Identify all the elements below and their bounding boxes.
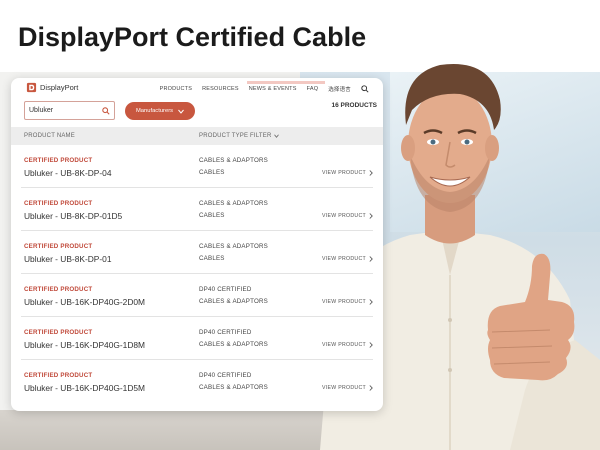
certified-badge: CERTIFIED PRODUCT [24, 157, 93, 164]
nav-news-events[interactable]: NEWS & EVENTS [249, 86, 297, 92]
view-product-label: VIEW PRODUCT [322, 299, 366, 305]
product-type: DP40 CERTIFIED [199, 329, 252, 336]
desk-surface [0, 410, 330, 450]
product-count: 16 PRODUCTS [331, 102, 377, 109]
search-icon[interactable] [102, 107, 110, 115]
product-subtype: CABLES & ADAPTORS [199, 298, 268, 305]
product-name[interactable]: Ubluker - UB-8K-DP-04 [24, 168, 112, 178]
chevron-right-icon [369, 213, 373, 219]
table-row: CERTIFIED PRODUCT Ubluker - UB-16K-DP40G… [11, 360, 383, 403]
chevron-right-icon [369, 170, 373, 176]
product-subtype: CABLES [199, 255, 225, 262]
view-product-link[interactable]: VIEW PRODUCT [322, 299, 373, 305]
product-search-window: DisplayPort PRODUCTS RESOURCES NEWS & EV… [11, 78, 383, 411]
product-type: DP40 CERTIFIED [199, 286, 252, 293]
manufacturers-dropdown[interactable]: Manufacturers [125, 102, 195, 120]
nav-resources[interactable]: RESOURCES [202, 86, 239, 92]
search-input[interactable]: Ubluker [24, 101, 115, 120]
main-nav: PRODUCTS RESOURCES NEWS & EVENTS FAQ 选择语… [160, 85, 369, 93]
view-product-label: VIEW PRODUCT [322, 170, 366, 176]
certified-badge: CERTIFIED PRODUCT [24, 243, 93, 250]
view-product-link[interactable]: VIEW PRODUCT [322, 342, 373, 348]
view-product-label: VIEW PRODUCT [322, 256, 366, 262]
chevron-down-icon [274, 134, 280, 138]
nav-language-select[interactable]: 选择语言 [328, 85, 351, 93]
view-product-label: VIEW PRODUCT [322, 342, 366, 348]
displayport-logo-icon [26, 82, 37, 93]
chevron-right-icon [369, 385, 373, 391]
search-icon[interactable] [361, 85, 369, 93]
certified-badge: CERTIFIED PRODUCT [24, 329, 93, 336]
logo-text: DisplayPort [40, 83, 79, 92]
column-product-name[interactable]: PRODUCT NAME [24, 133, 75, 139]
product-name[interactable]: Ubluker - UB-8K-DP-01D5 [24, 211, 122, 221]
product-subtype: CABLES & ADAPTORS [199, 384, 268, 391]
product-type-filter-label: PRODUCT TYPE FILTER [199, 133, 272, 139]
chevron-right-icon [369, 256, 373, 262]
table-row: CERTIFIED PRODUCT Ubluker - UB-8K-DP-04 … [11, 145, 383, 188]
product-name[interactable]: Ubluker - UB-16K-DP40G-1D8M [24, 340, 145, 350]
view-product-link[interactable]: VIEW PRODUCT [322, 213, 373, 219]
product-type: CABLES & ADAPTORS [199, 243, 268, 250]
nav-products[interactable]: PRODUCTS [160, 86, 192, 92]
product-list: CERTIFIED PRODUCT Ubluker - UB-8K-DP-04 … [11, 145, 383, 403]
product-subtype: CABLES [199, 169, 225, 176]
product-name[interactable]: Ubluker - UB-16K-DP40G-1D5M [24, 383, 145, 393]
displayport-logo[interactable]: DisplayPort [26, 82, 78, 93]
product-subtype: CABLES & ADAPTORS [199, 341, 268, 348]
product-type: CABLES & ADAPTORS [199, 157, 268, 164]
manufacturers-label: Manufacturers [135, 108, 174, 114]
view-product-label: VIEW PRODUCT [322, 213, 366, 219]
column-product-type-filter[interactable]: PRODUCT TYPE FILTER [199, 133, 280, 139]
chevron-right-icon [369, 299, 373, 305]
search-input-value: Ubluker [29, 107, 54, 114]
certified-badge: CERTIFIED PRODUCT [24, 372, 93, 379]
view-product-link[interactable]: VIEW PRODUCT [322, 256, 373, 262]
product-subtype: CABLES [199, 212, 225, 219]
table-row: CERTIFIED PRODUCT Ubluker - UB-16K-DP40G… [11, 317, 383, 360]
chevron-right-icon [369, 342, 373, 348]
table-row: CERTIFIED PRODUCT Ubluker - UB-8K-DP-01 … [11, 231, 383, 274]
view-product-link[interactable]: VIEW PRODUCT [322, 170, 373, 176]
table-header: PRODUCT NAME PRODUCT TYPE FILTER [11, 127, 383, 145]
certified-badge: CERTIFIED PRODUCT [24, 200, 93, 207]
product-name[interactable]: Ubluker - UB-8K-DP-01 [24, 254, 112, 264]
view-product-label: VIEW PRODUCT [322, 385, 366, 391]
table-row: CERTIFIED PRODUCT Ubluker - UB-16K-DP40G… [11, 274, 383, 317]
product-name[interactable]: Ubluker - UB-16K-DP40G-2D0M [24, 297, 145, 307]
table-row: CERTIFIED PRODUCT Ubluker - UB-8K-DP-01D… [11, 188, 383, 231]
chevron-down-icon [178, 109, 184, 114]
view-product-link[interactable]: VIEW PRODUCT [322, 385, 373, 391]
nav-faq[interactable]: FAQ [307, 86, 319, 92]
nav-highlight-bar [247, 81, 325, 84]
product-type: DP40 CERTIFIED [199, 372, 252, 379]
product-type: CABLES & ADAPTORS [199, 200, 268, 207]
top-navigation-bar: DisplayPort PRODUCTS RESOURCES NEWS & EV… [11, 78, 383, 100]
certified-badge: CERTIFIED PRODUCT [24, 286, 93, 293]
